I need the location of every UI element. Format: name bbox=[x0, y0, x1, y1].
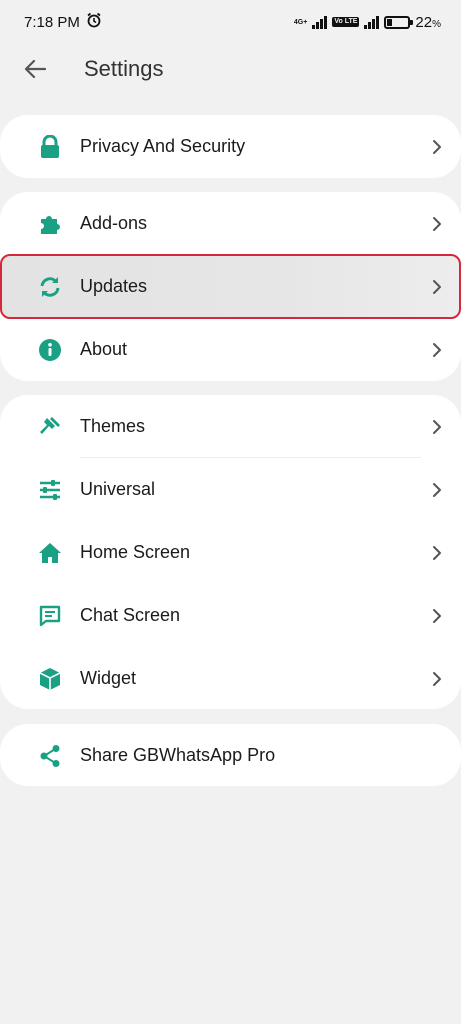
chevron-right-icon bbox=[433, 279, 441, 294]
settings-item-label: Themes bbox=[80, 416, 146, 436]
status-time: 7:18 PM bbox=[24, 13, 80, 31]
settings-item-home-screen[interactable]: Home Screen bbox=[0, 521, 461, 584]
sliders-icon bbox=[38, 478, 62, 502]
settings-item-label: About bbox=[80, 339, 128, 359]
network-type: 4G+ bbox=[293, 18, 308, 26]
settings-item-about[interactable]: About bbox=[0, 318, 461, 381]
settings-item-updates[interactable]: Updates bbox=[0, 255, 461, 318]
alarm-icon bbox=[86, 12, 102, 32]
settings-item-themes[interactable]: Themes bbox=[0, 395, 461, 458]
settings-item-share[interactable]: Share GBWhatsApp Pro bbox=[0, 724, 461, 787]
settings-item-widget[interactable]: Widget bbox=[0, 647, 461, 710]
chevron-right-icon bbox=[433, 671, 441, 686]
sync-icon bbox=[38, 275, 62, 299]
settings-item-label: Widget bbox=[80, 668, 137, 688]
back-button[interactable] bbox=[20, 54, 50, 84]
chat-icon bbox=[38, 604, 62, 628]
app-bar: Settings bbox=[0, 44, 461, 94]
paint-icon bbox=[38, 415, 62, 439]
signal-icon-2 bbox=[364, 15, 380, 29]
settings-item-universal[interactable]: Universal bbox=[0, 458, 461, 521]
settings-item-addons[interactable]: Add-ons bbox=[0, 192, 461, 255]
status-bar: 7:18 PM 4G+ Vo LTE 22% bbox=[0, 0, 461, 44]
battery-icon bbox=[384, 15, 414, 29]
signal-icon bbox=[312, 15, 328, 29]
settings-item-privacy-security[interactable]: Privacy And Security bbox=[0, 115, 461, 178]
arrow-left-icon bbox=[24, 59, 46, 79]
chevron-right-icon bbox=[433, 419, 441, 434]
settings-item-label: Share GBWhatsApp Pro bbox=[80, 745, 276, 765]
settings-item-label: Updates bbox=[80, 276, 148, 296]
page-title: Settings bbox=[84, 56, 164, 81]
chevron-right-icon bbox=[433, 608, 441, 623]
settings-item-label: Universal bbox=[80, 479, 156, 499]
volte-badge: Vo LTE bbox=[332, 17, 360, 27]
share-icon bbox=[38, 744, 62, 768]
chevron-right-icon bbox=[433, 482, 441, 497]
lock-icon bbox=[38, 134, 62, 159]
settings-item-label: Home Screen bbox=[80, 542, 191, 562]
chevron-right-icon bbox=[433, 216, 441, 231]
settings-item-label: Chat Screen bbox=[80, 605, 181, 625]
settings-item-label: Privacy And Security bbox=[80, 136, 246, 156]
chevron-right-icon bbox=[433, 545, 441, 560]
cube-icon bbox=[38, 667, 62, 691]
battery-percent: 22% bbox=[415, 13, 441, 31]
home-icon bbox=[38, 541, 62, 565]
chevron-right-icon bbox=[433, 342, 441, 357]
settings-item-chat-screen[interactable]: Chat Screen bbox=[0, 584, 461, 647]
settings-item-label: Add-ons bbox=[80, 213, 148, 233]
puzzle-icon bbox=[38, 212, 62, 236]
chevron-right-icon bbox=[433, 139, 441, 154]
info-icon bbox=[38, 338, 62, 362]
